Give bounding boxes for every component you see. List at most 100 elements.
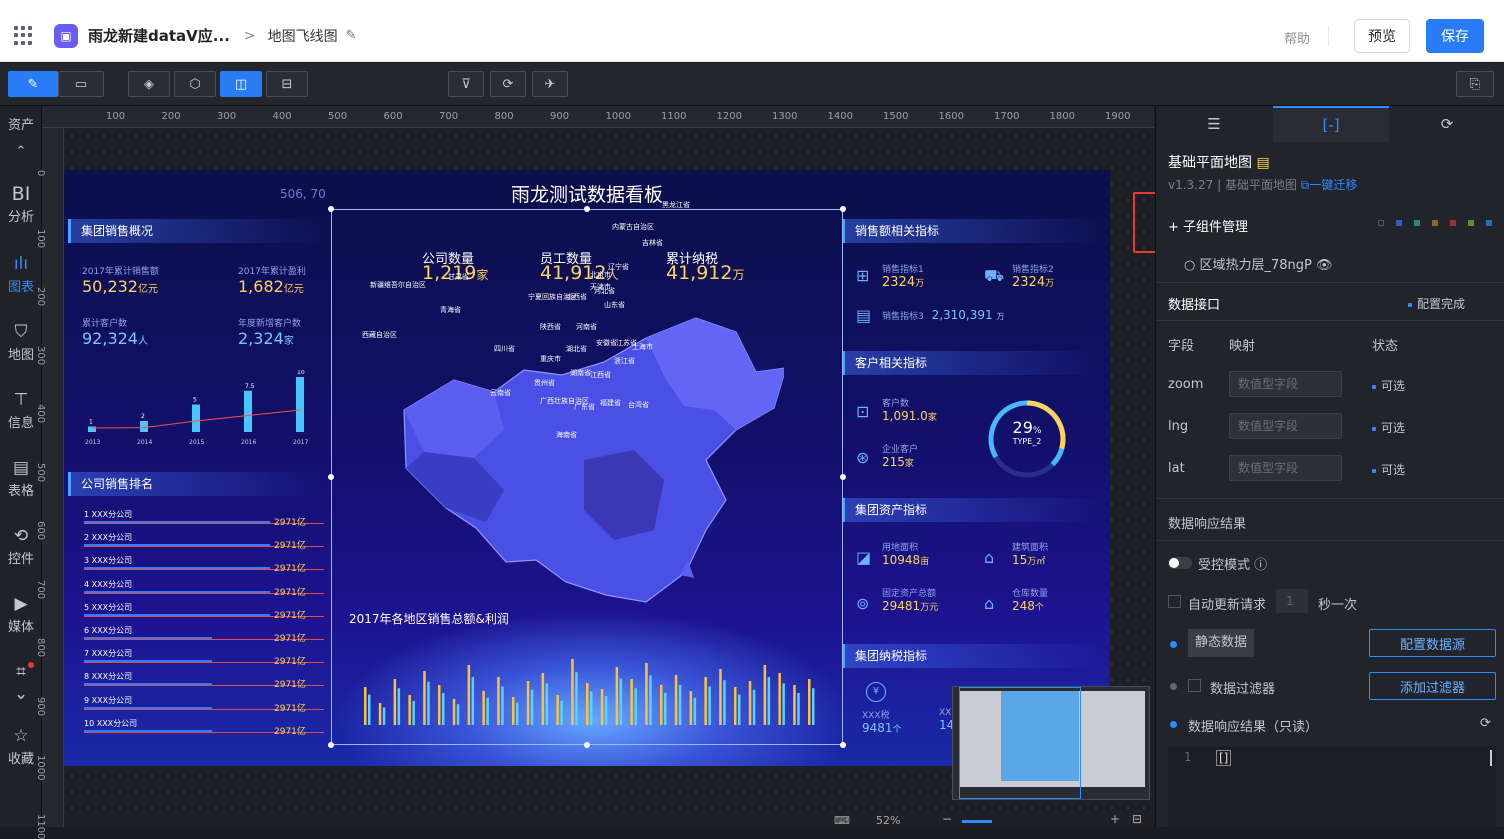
migrate-link[interactable]: ⧉一键迁移 — [1301, 178, 1358, 192]
tab-interaction[interactable]: ⟳ — [1389, 106, 1504, 142]
edit-icon[interactable]: ✎ — [346, 28, 357, 43]
rank-value: 2971亿 — [274, 703, 306, 714]
selection-box[interactable] — [331, 209, 843, 745]
tab-data[interactable]: [-] — [1273, 106, 1389, 142]
scrollbar[interactable] — [1490, 750, 1492, 766]
preview-button[interactable]: 预览 — [1354, 19, 1410, 53]
migrate-text: 一键迁移 — [1309, 178, 1358, 192]
add-filter-button[interactable]: 添加过滤器 — [1369, 672, 1496, 700]
resize-handle[interactable] — [584, 742, 590, 748]
sales-icon-1: ⊞ — [856, 266, 870, 285]
auto-update-checkbox[interactable] — [1168, 595, 1181, 608]
zoom-out-icon[interactable]: − — [942, 812, 952, 826]
layer-item[interactable]: ○ 区域热力层_78ngP 👁 — [1184, 254, 1333, 273]
edit-mode-icon[interactable]: ✎ — [8, 71, 58, 97]
page-name: 地图飞线图 — [267, 28, 338, 45]
metric-value: 1,091.0 — [882, 409, 928, 423]
refresh-icon[interactable]: ⟳ — [1480, 716, 1491, 731]
notification-dot — [28, 662, 34, 668]
metric-value: 9481 — [862, 721, 893, 735]
resize-handle[interactable] — [328, 206, 334, 212]
lng-map-input[interactable]: 数值型字段 — [1229, 413, 1342, 439]
field-name: lng — [1168, 419, 1189, 434]
eye-icon[interactable]: 👁 — [1316, 258, 1333, 273]
config-source-button[interactable]: 配置数据源 — [1369, 629, 1496, 657]
metric-unit: 家 — [904, 459, 914, 469]
readonly-label: 数据响应结果（只读） — [1188, 720, 1319, 735]
help-icon[interactable]: ⓘ — [1254, 558, 1267, 573]
ranking-row: 5 XXX分公司 2971亿 — [84, 602, 324, 622]
stat-value: 50,232 — [82, 277, 138, 296]
stat-label: 年度新增客户数 — [238, 319, 302, 329]
swatch — [1414, 220, 1420, 226]
per-second-label: 秒一次 — [1318, 598, 1358, 613]
metric-unit: 万 — [1045, 279, 1055, 289]
tab-settings[interactable]: ☰ — [1156, 106, 1272, 142]
zoom-in-icon[interactable]: + — [1110, 812, 1120, 826]
resize-handle[interactable] — [584, 206, 590, 212]
doc-icon[interactable]: ▤ — [1256, 155, 1269, 171]
code-editor[interactable]: 1 [] — [1168, 746, 1496, 827]
metric-value: 29481 — [882, 599, 921, 613]
zoom-level[interactable]: 52% — [876, 814, 900, 827]
filter-icon[interactable]: ⊽ — [448, 71, 484, 97]
resize-handle[interactable] — [328, 474, 334, 480]
gauge-pct: 29 — [1012, 418, 1033, 437]
lat-map-input[interactable]: 数值型字段 — [1229, 455, 1342, 481]
collapse-up-icon[interactable]: ⌃ — [0, 144, 42, 159]
panel-toggle-icon[interactable]: ◫ — [220, 71, 262, 97]
nav-label: 媒体 — [7, 620, 34, 635]
nav-bi[interactable]: BI 分析 — [0, 184, 42, 225]
trend-year: 2013 — [85, 439, 100, 446]
save-button[interactable]: 保存 — [1426, 19, 1484, 53]
ranking-row: 6 XXX分公司 2971亿 — [84, 625, 324, 645]
resize-handle[interactable] — [840, 474, 846, 480]
controlled-toggle[interactable] — [1168, 557, 1192, 569]
toolbox-icon[interactable]: ⊟ — [266, 71, 308, 97]
interval-input[interactable]: 1 — [1276, 589, 1308, 613]
nav-media[interactable]: ▶ 媒体 — [0, 594, 42, 635]
rank-value: 2971亿 — [274, 610, 306, 621]
clipboard-icon[interactable]: ⎘ — [1456, 71, 1494, 97]
layer-name: 区域热力层_78ngP — [1199, 258, 1312, 273]
apps-grid-icon[interactable] — [14, 25, 34, 46]
minimap-viewport[interactable] — [959, 687, 1081, 799]
help-link[interactable]: 帮助 — [1284, 28, 1310, 47]
zoom-slider[interactable] — [962, 820, 992, 823]
component-icon[interactable]: ⬡ — [174, 71, 216, 97]
divider — [1156, 320, 1504, 321]
pin-icon[interactable]: ✈ — [532, 71, 568, 97]
preview-mode-icon[interactable]: ▭ — [58, 71, 104, 97]
app-title[interactable]: 雨龙新建dataV应... — [88, 25, 230, 46]
metric-value: 248 — [1012, 599, 1035, 613]
fit-screen-icon[interactable]: ⊟ — [1132, 812, 1142, 826]
stat-value: 1,682 — [238, 277, 284, 296]
metric-label: XXX税 — [862, 711, 890, 721]
assets-header: 集团资产指标 — [842, 498, 1104, 522]
field-status-text: 可选 — [1381, 463, 1406, 477]
filter-checkbox[interactable] — [1188, 679, 1201, 692]
resize-handle[interactable] — [328, 742, 334, 748]
config-status: 配置完成 — [1408, 295, 1465, 312]
keyboard-icon[interactable]: ⌨ — [834, 814, 850, 827]
swatch — [1450, 220, 1456, 226]
ranking-row: 4 XXX分公司 2971亿 — [84, 579, 324, 599]
sales-icon-2: ⛟ — [984, 266, 1005, 285]
stat-value: 92,324 — [82, 329, 138, 348]
rank-value: 2971亿 — [274, 680, 306, 691]
resize-handle[interactable] — [840, 742, 846, 748]
static-data-badge: 静态数据 — [1188, 629, 1254, 657]
layers-icon[interactable]: ◈ — [128, 71, 170, 97]
ranking-header: 公司销售排名 — [68, 472, 324, 496]
zoom-map-input[interactable]: 数值型字段 — [1229, 371, 1342, 397]
trend-value: 2 — [141, 413, 145, 420]
minimap[interactable] — [952, 686, 1150, 800]
tax-header: 集团纳税指标 — [842, 644, 1104, 668]
gauge-pct-unit: % — [1032, 426, 1042, 436]
resize-handle[interactable] — [840, 206, 846, 212]
refresh-icon[interactable]: ⟳ — [490, 71, 526, 97]
sliders-icon: ☰ — [1207, 115, 1221, 133]
metric-label: 销售指标1 — [882, 265, 924, 275]
sub-component-manage[interactable]: + 子组件管理 — [1168, 216, 1248, 235]
interaction-icon: ⟳ — [1440, 115, 1454, 133]
